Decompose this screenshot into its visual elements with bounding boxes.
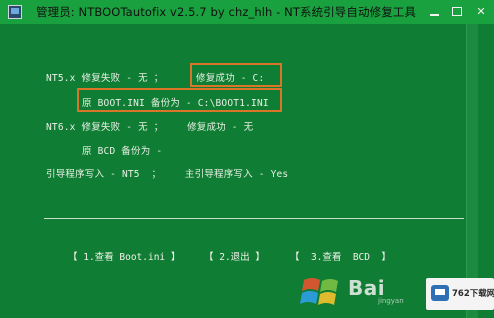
view-bcd-button[interactable]: 【 3.查看 BCD 】 xyxy=(290,249,391,263)
bcd-backup-line: 原 BCD 备份为 - xyxy=(82,146,163,157)
console-app-icon xyxy=(8,5,22,19)
boot-loader-write-line: 引导程序写入 - NT5 ； 主引导程序写入 - Yes xyxy=(46,169,289,180)
nt6-repair-line: NT6.x 修复失败 - 无 ； 修复成功 - 无 xyxy=(46,122,254,133)
window-title: 管理员: NTBOOTautofix v2.5.7 by chz_hlh - N… xyxy=(36,5,416,19)
title-bar[interactable]: 管理员: NTBOOTautofix v2.5.7 by chz_hlh - N… xyxy=(0,0,494,24)
close-button[interactable]: ✕ xyxy=(469,3,493,20)
bootini-backup-line: 原 BOOT.INI 备份为 - C:\BOOT1.INI xyxy=(82,98,269,109)
console-window: 管理员: NTBOOTautofix v2.5.7 by chz_hlh - N… xyxy=(0,0,494,318)
baidu-jingyan-subtext: jingyan xyxy=(378,297,404,305)
site-watermark-badge: 762下载网 xyxy=(426,278,494,310)
site-name: 762下载网 xyxy=(452,289,494,299)
maximize-button[interactable] xyxy=(446,3,468,20)
close-icon: ✕ xyxy=(476,5,486,18)
windows-logo-icon xyxy=(300,278,338,305)
maximize-icon xyxy=(452,7,462,16)
minimize-icon xyxy=(429,14,439,16)
exit-button[interactable]: 【 2.退出 】 xyxy=(204,249,265,263)
nt5-repair-success-text: 修复成功 - C: xyxy=(196,73,265,84)
minimize-button[interactable] xyxy=(423,3,445,20)
nt5-repair-failed-line: NT5.x 修复失败 - 无 ； xyxy=(46,73,164,84)
site-logo-icon xyxy=(431,285,449,301)
vertical-scrollbar[interactable] xyxy=(466,24,478,318)
console-divider xyxy=(44,218,464,219)
view-bootini-button[interactable]: 【 1.查看 Boot.ini 】 xyxy=(68,249,180,263)
